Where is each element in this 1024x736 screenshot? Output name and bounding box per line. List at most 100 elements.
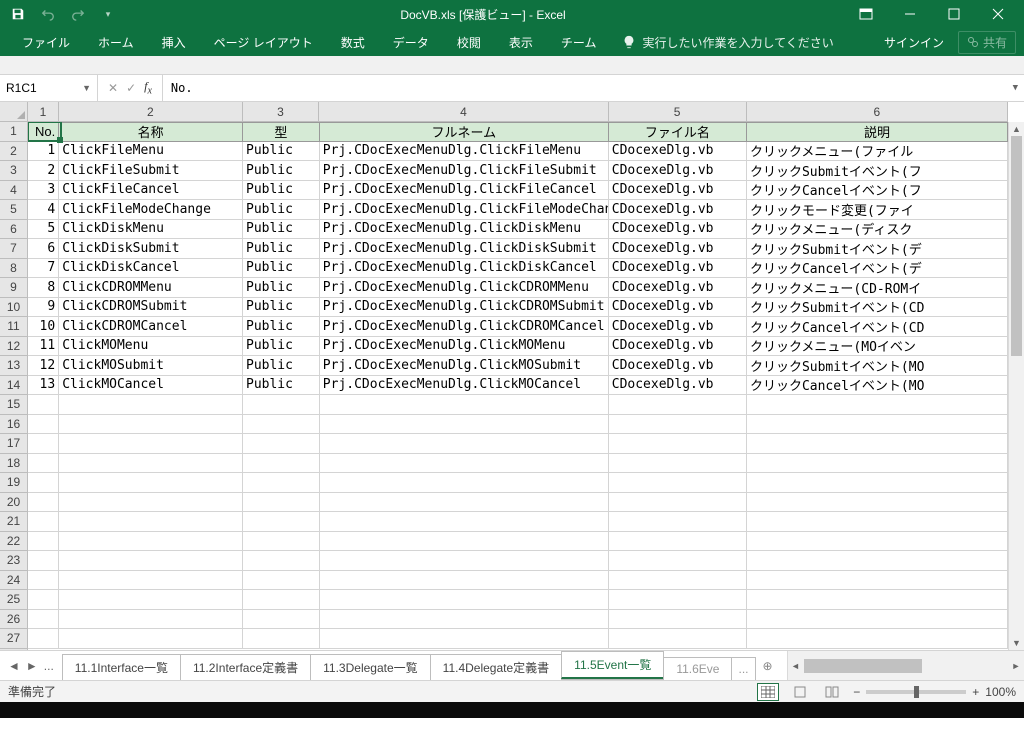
empty-cell[interactable]	[747, 610, 1008, 630]
row-header[interactable]: 23	[0, 551, 27, 571]
empty-cell[interactable]	[320, 395, 609, 415]
table-cell[interactable]: CDocexeDlg.vb	[609, 337, 747, 357]
column-header[interactable]: 6	[747, 102, 1008, 121]
row-header[interactable]: 16	[0, 415, 27, 435]
table-cell[interactable]: 5	[28, 220, 59, 240]
table-cell[interactable]: ClickDiskCancel	[59, 259, 243, 279]
column-header[interactable]: 2	[59, 102, 243, 121]
table-cell[interactable]: ClickCDROMMenu	[59, 278, 243, 298]
empty-cell[interactable]	[243, 493, 320, 513]
empty-cell[interactable]	[320, 512, 609, 532]
sheet-tab[interactable]: 11.5Event一覧	[561, 651, 664, 679]
table-cell[interactable]: 4	[28, 200, 59, 220]
empty-cell[interactable]	[59, 454, 243, 474]
empty-cell[interactable]	[747, 415, 1008, 435]
empty-cell[interactable]	[609, 571, 747, 591]
empty-cell[interactable]	[28, 415, 59, 435]
hscroll-right-icon[interactable]: ►	[1008, 661, 1024, 671]
empty-cell[interactable]	[28, 532, 59, 552]
sheet-tab[interactable]: 11.6Eve	[663, 657, 732, 680]
row-header[interactable]: 9	[0, 278, 27, 298]
row-header[interactable]: 11	[0, 317, 27, 337]
tab-team[interactable]: チーム	[547, 28, 611, 56]
empty-cell[interactable]	[59, 571, 243, 591]
empty-cell[interactable]	[28, 395, 59, 415]
table-cell[interactable]: ClickCDROMCancel	[59, 317, 243, 337]
empty-cell[interactable]	[243, 473, 320, 493]
row-header[interactable]: 15	[0, 395, 27, 415]
table-cell[interactable]: ClickCDROMSubmit	[59, 298, 243, 318]
tell-me-search[interactable]: 実行したい作業を入力してください	[622, 34, 833, 51]
table-cell[interactable]: CDocexeDlg.vb	[609, 220, 747, 240]
table-cell[interactable]: CDocexeDlg.vb	[609, 376, 747, 396]
empty-cell[interactable]	[59, 473, 243, 493]
table-cell[interactable]: 13	[28, 376, 59, 396]
empty-cell[interactable]	[28, 473, 59, 493]
empty-cell[interactable]	[28, 493, 59, 513]
sign-in-link[interactable]: サインイン	[884, 34, 944, 51]
scroll-down-icon[interactable]: ▼	[1009, 636, 1024, 650]
table-cell[interactable]: クリックメニュー(MOイベン	[747, 337, 1008, 357]
tab-insert[interactable]: 挿入	[148, 28, 200, 56]
empty-cell[interactable]	[609, 434, 747, 454]
zoom-out-button[interactable]: −	[853, 685, 860, 699]
tab-data[interactable]: データ	[379, 28, 443, 56]
table-cell[interactable]: ClickDiskMenu	[59, 220, 243, 240]
minimize-button[interactable]	[888, 0, 932, 28]
table-cell[interactable]: Public	[243, 298, 320, 318]
table-cell[interactable]: クリックSubmitイベント(MO	[747, 356, 1008, 376]
table-cell[interactable]: Prj.CDocExecMenuDlg.ClickDiskCancel	[320, 259, 609, 279]
sheet-tab-more[interactable]: ...	[731, 657, 755, 680]
table-cell[interactable]: クリックメニュー(CD-ROMイ	[747, 278, 1008, 298]
empty-cell[interactable]	[747, 493, 1008, 513]
table-cell[interactable]: Public	[243, 161, 320, 181]
table-cell[interactable]: Public	[243, 278, 320, 298]
table-cell[interactable]: CDocexeDlg.vb	[609, 239, 747, 259]
table-cell[interactable]: CDocexeDlg.vb	[609, 161, 747, 181]
row-header[interactable]: 27	[0, 629, 27, 649]
table-cell[interactable]: CDocexeDlg.vb	[609, 278, 747, 298]
table-header-cell[interactable]: フルネーム	[320, 122, 609, 142]
table-cell[interactable]: Public	[243, 376, 320, 396]
empty-cell[interactable]	[243, 629, 320, 649]
empty-cell[interactable]	[28, 434, 59, 454]
undo-button[interactable]	[34, 2, 62, 26]
empty-cell[interactable]	[243, 415, 320, 435]
cell-area[interactable]: No.名称型フルネームファイル名説明1ClickFileMenuPublicPr…	[28, 122, 1008, 650]
row-header[interactable]: 24	[0, 571, 27, 591]
empty-cell[interactable]	[243, 590, 320, 610]
table-cell[interactable]: Prj.CDocExecMenuDlg.ClickDiskMenu	[320, 220, 609, 240]
table-cell[interactable]: クリックメニュー(ディスク	[747, 220, 1008, 240]
table-cell[interactable]: Public	[243, 337, 320, 357]
empty-cell[interactable]	[320, 551, 609, 571]
view-pagelayout-button[interactable]	[789, 683, 811, 701]
table-cell[interactable]: 1	[28, 142, 59, 162]
view-pagebreak-button[interactable]	[821, 683, 843, 701]
empty-cell[interactable]	[609, 590, 747, 610]
table-cell[interactable]: CDocexeDlg.vb	[609, 142, 747, 162]
empty-cell[interactable]	[320, 454, 609, 474]
zoom-knob[interactable]	[914, 686, 919, 698]
vscroll-thumb[interactable]	[1011, 136, 1022, 356]
table-cell[interactable]: Prj.CDocExecMenuDlg.ClickDiskSubmit	[320, 239, 609, 259]
empty-cell[interactable]	[28, 512, 59, 532]
formula-input[interactable]: No. ▼	[163, 75, 1024, 101]
view-normal-button[interactable]	[757, 683, 779, 701]
empty-cell[interactable]	[747, 512, 1008, 532]
table-cell[interactable]: Prj.CDocExecMenuDlg.ClickMOMenu	[320, 337, 609, 357]
row-header[interactable]: 17	[0, 434, 27, 454]
empty-cell[interactable]	[243, 512, 320, 532]
sheet-tab[interactable]: 11.2Interface定義書	[180, 654, 311, 680]
row-header[interactable]: 26	[0, 610, 27, 630]
row-header[interactable]: 5	[0, 200, 27, 220]
empty-cell[interactable]	[59, 512, 243, 532]
table-header-cell[interactable]: 名称	[59, 122, 243, 142]
empty-cell[interactable]	[320, 415, 609, 435]
empty-cell[interactable]	[609, 473, 747, 493]
table-cell[interactable]: CDocexeDlg.vb	[609, 200, 747, 220]
table-cell[interactable]: クリックCancelイベント(デ	[747, 259, 1008, 279]
sheet-tab[interactable]: 11.4Delegate定義書	[430, 654, 563, 680]
table-cell[interactable]: Prj.CDocExecMenuDlg.ClickMOSubmit	[320, 356, 609, 376]
row-header[interactable]: 18	[0, 454, 27, 474]
empty-cell[interactable]	[747, 551, 1008, 571]
